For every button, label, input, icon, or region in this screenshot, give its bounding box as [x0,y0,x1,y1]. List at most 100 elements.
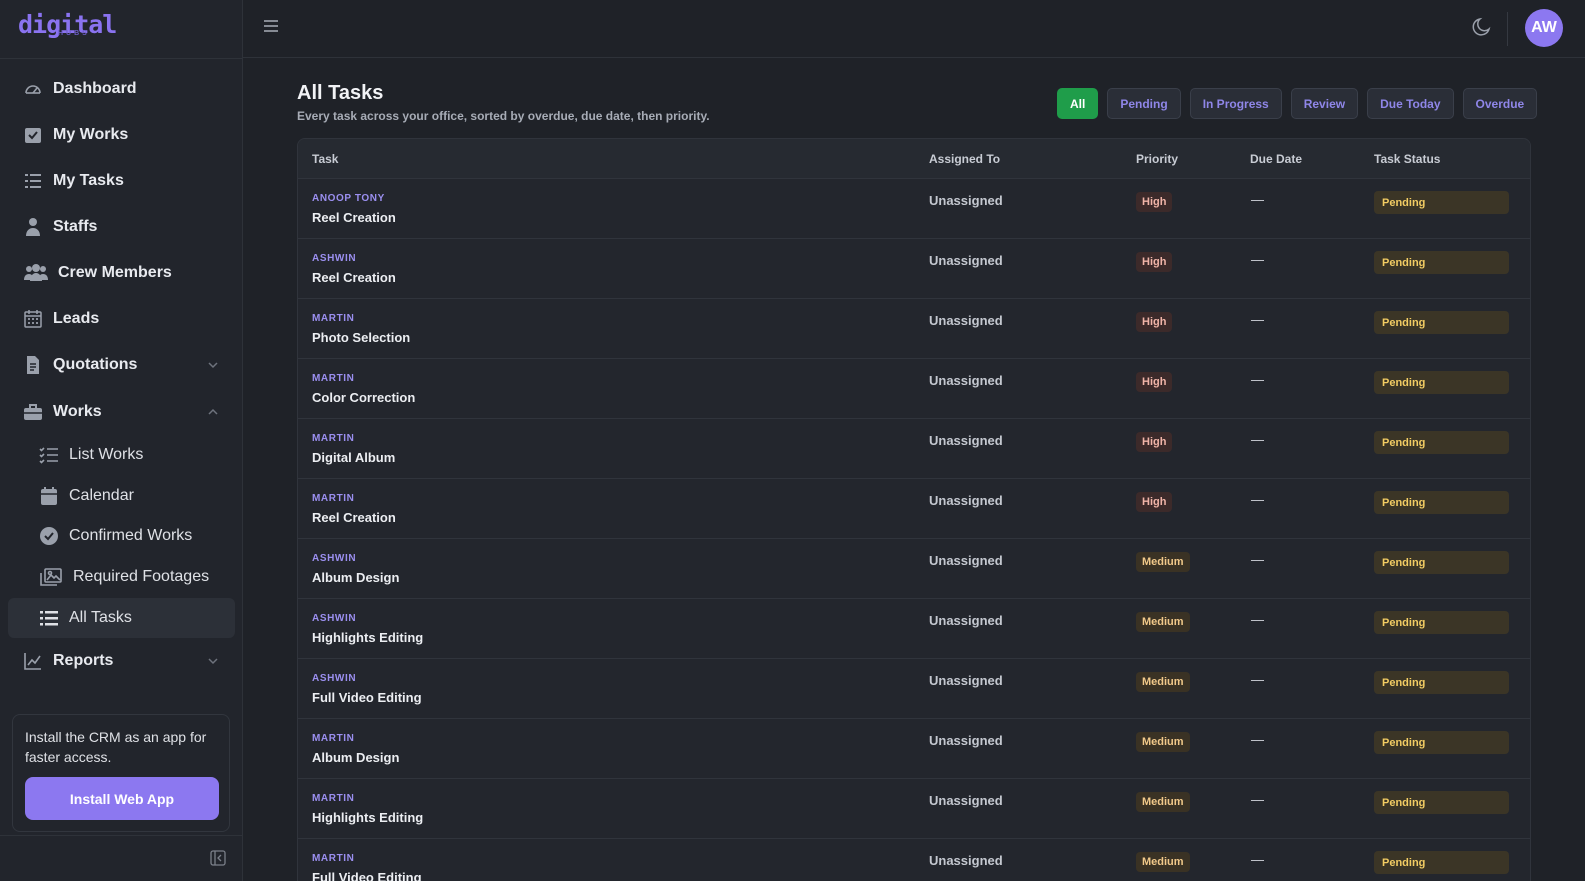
task-name[interactable]: Reel Creation [312,210,396,225]
filter-in-progress-button[interactable]: In Progress [1189,88,1282,119]
priority-badge: Medium [1136,672,1190,692]
sidebar-item-dashboard[interactable]: Dashboard [8,69,235,109]
sidebar-item-my-tasks[interactable]: My Tasks [8,161,235,201]
brand-logo-subtext: HUBS [58,30,90,37]
sidebar-item-label: Dashboard [53,80,137,97]
sidebar-item-label: Crew Members [58,264,172,281]
gauge-icon [22,78,44,100]
sidebar-bottom-divider [0,835,243,836]
task-owner: ASHWIN [312,673,357,684]
menu-icon[interactable] [263,18,279,39]
due-date: — [1251,672,1264,687]
column-header-priority: Priority [1136,152,1179,166]
priority-badge: Medium [1136,552,1190,572]
dark-mode-icon[interactable] [1471,16,1493,43]
task-status-select[interactable]: Pending [1374,491,1509,514]
sidebar-subitem-confirmed-works[interactable]: Confirmed Works [8,516,235,556]
table-row[interactable]: MARTIN Full Video Editing Unassigned Medium… [298,839,1530,881]
task-name[interactable]: Digital Album [312,450,395,465]
assigned-to: Unassigned [929,493,1003,508]
task-status-select[interactable]: Pending [1374,191,1509,214]
collapse-sidebar-icon[interactable] [210,850,226,871]
task-name[interactable]: Full Video Editing [312,870,422,881]
assigned-to: Unassigned [929,613,1003,628]
sidebar-divider [0,58,243,59]
task-name[interactable]: Full Video Editing [312,690,422,705]
avatar[interactable]: AW [1525,9,1563,47]
chevron-down-icon [207,358,219,376]
table-row[interactable]: ANOOP TONY Reel Creation Unassigned High — Pe… [298,179,1530,239]
task-name[interactable]: Photo Selection [312,330,410,345]
task-name[interactable]: Album Design [312,570,399,585]
task-status-select[interactable]: Pending [1374,311,1509,334]
filter-review-button[interactable]: Review [1290,88,1359,119]
assigned-to: Unassigned [929,793,1003,808]
priority-badge: Medium [1136,732,1190,752]
task-status-select[interactable]: Pending [1374,671,1509,694]
sidebar-item-reports[interactable]: Reports [8,641,235,681]
sidebar-item-my-works[interactable]: My Works [8,115,235,155]
due-date: — [1251,852,1264,867]
filter-pending-button[interactable]: Pending [1107,88,1181,119]
table-row[interactable]: ASHWIN Highlights Editing Unassigned Medium… [298,599,1530,659]
sidebar-item-label: My Tasks [53,172,124,189]
task-name[interactable]: Highlights Editing [312,630,423,645]
task-name[interactable]: Color Correction [312,390,415,405]
task-name[interactable]: Reel Creation [312,510,396,525]
filter-due-today-button[interactable]: Due Today [1367,88,1454,119]
sidebar-item-quotations[interactable]: Quotations [8,345,235,385]
task-status-select[interactable]: Pending [1374,791,1509,814]
task-status-select[interactable]: Pending [1374,371,1509,394]
table-row[interactable]: MARTIN Photo Selection Unassigned High — Pend… [298,299,1530,359]
sidebar-item-label: Staffs [53,218,98,235]
brand-logo[interactable]: digital HUBS [18,12,117,42]
column-header-due-date: Due Date [1250,152,1303,166]
install-app-card: Install the CRM as an app for faster acc… [12,714,230,832]
filter-overdue-button[interactable]: Overdue [1462,88,1538,119]
task-status-select[interactable]: Pending [1374,551,1509,574]
sidebar-item-label: My Works [53,126,129,143]
sidebar-subitem-all-tasks[interactable]: All Tasks [8,598,235,638]
sidebar-item-crew-members[interactable]: Crew Members [8,253,235,293]
task-status-select[interactable]: Pending [1374,851,1509,874]
table-row[interactable]: MARTIN Highlights Editing Unassigned Medium… [298,779,1530,839]
sidebar-item-works[interactable]: Works [8,392,235,432]
sidebar-item-label: Works [53,403,102,420]
sidebar-subitem-calendar[interactable]: Calendar [8,476,235,516]
task-owner: ASHWIN [312,553,357,564]
task-owner: MARTIN [312,433,355,444]
task-status-select[interactable]: Pending [1374,731,1509,754]
table-row[interactable]: MARTIN Digital Album Unassigned High — Pendin… [298,419,1530,479]
task-status-select[interactable]: Pending [1374,611,1509,634]
table-header: Task Assigned To Priority Due Date Task … [298,139,1530,179]
task-name[interactable]: Album Design [312,750,399,765]
task-status-select[interactable]: Pending [1374,431,1509,454]
task-owner: ANOOP TONY [312,193,385,204]
table-row[interactable]: MARTIN Color Correction Unassigned High — Pen… [298,359,1530,419]
task-name[interactable]: Reel Creation [312,270,396,285]
table-row[interactable]: ASHWIN Reel Creation Unassigned High — Pendin… [298,239,1530,299]
task-name[interactable]: Highlights Editing [312,810,423,825]
table-row[interactable]: MARTIN Reel Creation Unassigned High — Pendin… [298,479,1530,539]
sidebar-item-label: Confirmed Works [69,527,193,544]
priority-badge: Medium [1136,792,1190,812]
calendar-grid-icon [22,308,44,330]
task-status-select[interactable]: Pending [1374,251,1509,274]
task-owner: MARTIN [312,493,355,504]
table-row[interactable]: ASHWIN Album Design Unassigned Medium — Pendi… [298,539,1530,599]
filter-all-button[interactable]: All [1057,88,1099,119]
install-web-app-button[interactable]: Install Web App [25,777,219,820]
sidebar-item-leads[interactable]: Leads [8,299,235,339]
due-date: — [1251,552,1264,567]
table-row[interactable]: ASHWIN Full Video Editing Unassigned Medium… [298,659,1530,719]
status-filter-bar: All Pending In Progress Review Due Today… [1057,88,1538,119]
sidebar-subitem-required-footages[interactable]: Required Footages [8,557,235,597]
sidebar-item-staffs[interactable]: Staffs [8,207,235,247]
due-date: — [1251,312,1264,327]
chart-line-icon [22,650,44,672]
sidebar-subitem-list-works[interactable]: List Works [8,435,235,475]
calendar-icon [38,485,60,507]
table-row[interactable]: MARTIN Album Design Unassigned Medium — Pendi… [298,719,1530,779]
priority-badge: High [1136,252,1173,272]
assigned-to: Unassigned [929,553,1003,568]
